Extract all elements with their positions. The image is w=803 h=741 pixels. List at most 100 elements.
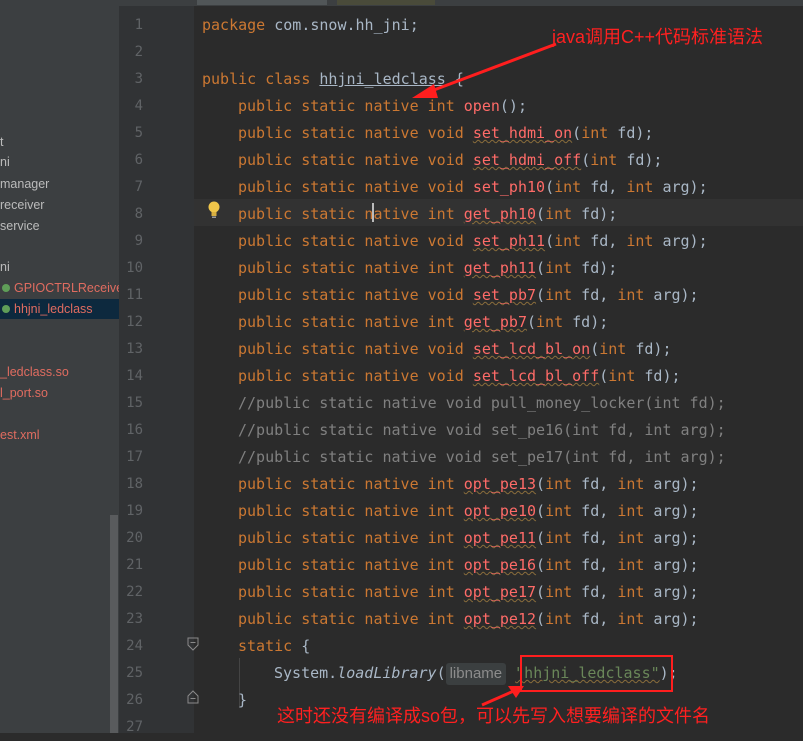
- tree-item-class[interactable]: GPIOCTRLReceive: [0, 278, 119, 298]
- method-name: get_ph11: [463, 259, 537, 277]
- line-number: 16: [126, 422, 143, 438]
- keyword: public class: [202, 70, 311, 88]
- line-number: 11: [126, 287, 143, 303]
- code-text: (: [545, 178, 555, 196]
- code-text: fd,: [572, 583, 618, 601]
- editor-tab[interactable]: [337, 0, 435, 5]
- tree-item-label: GPIOCTRLReceive: [14, 281, 119, 295]
- method-name: opt_pe16: [463, 556, 537, 574]
- line-number: 10: [126, 260, 143, 276]
- code-line-16-comment[interactable]: //public static native void set_pe16(int…: [238, 417, 726, 444]
- text-caret: [372, 203, 374, 222]
- code-text: fd);: [635, 367, 681, 385]
- code-text: (: [536, 583, 546, 601]
- tree-item-label: t: [0, 135, 4, 149]
- method-name: opt_pe10: [463, 502, 537, 520]
- code-line-11[interactable]: public static native void set_pb7(int fd…: [238, 282, 699, 309]
- method-name: opt_pe12: [463, 610, 537, 628]
- editor-tab-bar: [119, 0, 803, 6]
- method-name: set_hdmi_on: [472, 124, 573, 142]
- line-number: 21: [126, 557, 143, 573]
- code-text: fd,: [572, 610, 618, 628]
- code-text: fd,: [572, 475, 618, 493]
- tree-item[interactable]: t: [0, 132, 3, 152]
- tree-item-class-selected[interactable]: hhjni_ledclass: [0, 299, 119, 319]
- code-line-8[interactable]: public static native int get_ph10(int fd…: [238, 201, 617, 228]
- keyword: public static native int: [238, 502, 455, 520]
- tree-item-file[interactable]: _ledclass.so: [0, 362, 69, 382]
- keyword: int: [617, 610, 645, 628]
- line-number: 2: [134, 44, 143, 60]
- keyword: int: [545, 259, 573, 277]
- line-number: 1: [134, 17, 143, 33]
- code-line-24[interactable]: static {: [238, 633, 310, 660]
- line-number: 13: [126, 341, 143, 357]
- lightbulb-icon[interactable]: [207, 200, 221, 220]
- sidebar-scrollbar[interactable]: [110, 515, 118, 733]
- line-number: 18: [126, 476, 143, 492]
- tree-item-label: manager: [0, 177, 50, 191]
- code-line-15-comment[interactable]: //public static native void pull_money_l…: [238, 390, 726, 417]
- tree-item[interactable]: ni: [0, 257, 10, 277]
- method-call: loadLibrary: [337, 664, 437, 682]
- tree-item[interactable]: service: [0, 216, 40, 236]
- code-line-12[interactable]: public static native int get_pb7(int fd)…: [238, 309, 608, 336]
- keyword: public static native void: [238, 124, 464, 142]
- code-line-10[interactable]: public static native int get_ph11(int fd…: [238, 255, 617, 282]
- code-line-1[interactable]: package com.snow.hh_jni;: [202, 12, 419, 39]
- code-text: fd,: [572, 286, 618, 304]
- code-line-6[interactable]: public static native void set_hdmi_off(i…: [238, 147, 662, 174]
- keyword: public static native int: [238, 313, 455, 331]
- keyword: int: [545, 610, 573, 628]
- editor-tab[interactable]: [197, 0, 327, 5]
- code-text: fd);: [626, 340, 672, 358]
- code-line-14[interactable]: public static native void set_lcd_bl_off…: [238, 363, 681, 390]
- tree-item[interactable]: manager: [0, 174, 49, 194]
- code-line-22[interactable]: public static native int opt_pe17(int fd…: [238, 579, 699, 606]
- code-line-5[interactable]: public static native void set_hdmi_on(in…: [238, 120, 653, 147]
- method-name: set_ph10: [472, 178, 546, 196]
- code-line-17-comment[interactable]: //public static native void set_pe17(int…: [238, 444, 726, 471]
- keyword: int: [545, 529, 573, 547]
- code-line-23[interactable]: public static native int opt_pe12(int fd…: [238, 606, 699, 633]
- tree-item-file[interactable]: l_port.so: [0, 383, 48, 403]
- code-line-19[interactable]: public static native int opt_pe10(int fd…: [238, 498, 699, 525]
- tree-item-file[interactable]: est.xml: [0, 425, 40, 445]
- method-name: get_pb7: [463, 313, 527, 331]
- line-number: 6: [134, 152, 143, 168]
- keyword: static: [238, 637, 293, 655]
- code-text: (: [536, 529, 546, 547]
- code-line-26[interactable]: }: [238, 687, 247, 714]
- keyword: public static native void: [238, 151, 464, 169]
- code-text: (: [590, 340, 600, 358]
- tree-item[interactable]: receiver: [0, 195, 44, 215]
- method-name: set_ph11: [472, 232, 546, 250]
- tree-item-label: l_port.so: [0, 386, 48, 400]
- code-text: (: [436, 664, 446, 682]
- code-line-21[interactable]: public static native int opt_pe16(int fd…: [238, 552, 699, 579]
- keyword: public static native int: [238, 610, 455, 628]
- code-line-13[interactable]: public static native void set_lcd_bl_on(…: [238, 336, 672, 363]
- keyword: public static native void: [238, 340, 464, 358]
- fold-end-icon[interactable]: [186, 690, 200, 704]
- tree-item[interactable]: ni: [0, 152, 10, 172]
- keyword: int: [545, 286, 573, 304]
- keyword: public static native int: [238, 205, 455, 223]
- keyword: public static native void: [238, 286, 464, 304]
- keyword: int: [545, 475, 573, 493]
- annotation-arrow-icon: [412, 42, 557, 98]
- code-text: (: [545, 232, 555, 250]
- code-line-18[interactable]: public static native int opt_pe13(int fd…: [238, 471, 699, 498]
- line-number: 25: [126, 665, 143, 681]
- tree-item-label: receiver: [0, 198, 45, 212]
- method-name: opt_pe13: [463, 475, 537, 493]
- line-number: 7: [134, 179, 143, 195]
- fold-toggle-icon[interactable]: [186, 637, 200, 651]
- code-line-7[interactable]: public static native void set_ph10(int f…: [238, 174, 708, 201]
- keyword: int: [545, 502, 573, 520]
- code-line-20[interactable]: public static native int opt_pe11(int fd…: [238, 525, 699, 552]
- code-line-9[interactable]: public static native void set_ph11(int f…: [238, 228, 708, 255]
- line-number: 15: [126, 395, 143, 411]
- code-text: fd,: [572, 556, 618, 574]
- tree-item-label: est.xml: [0, 428, 40, 442]
